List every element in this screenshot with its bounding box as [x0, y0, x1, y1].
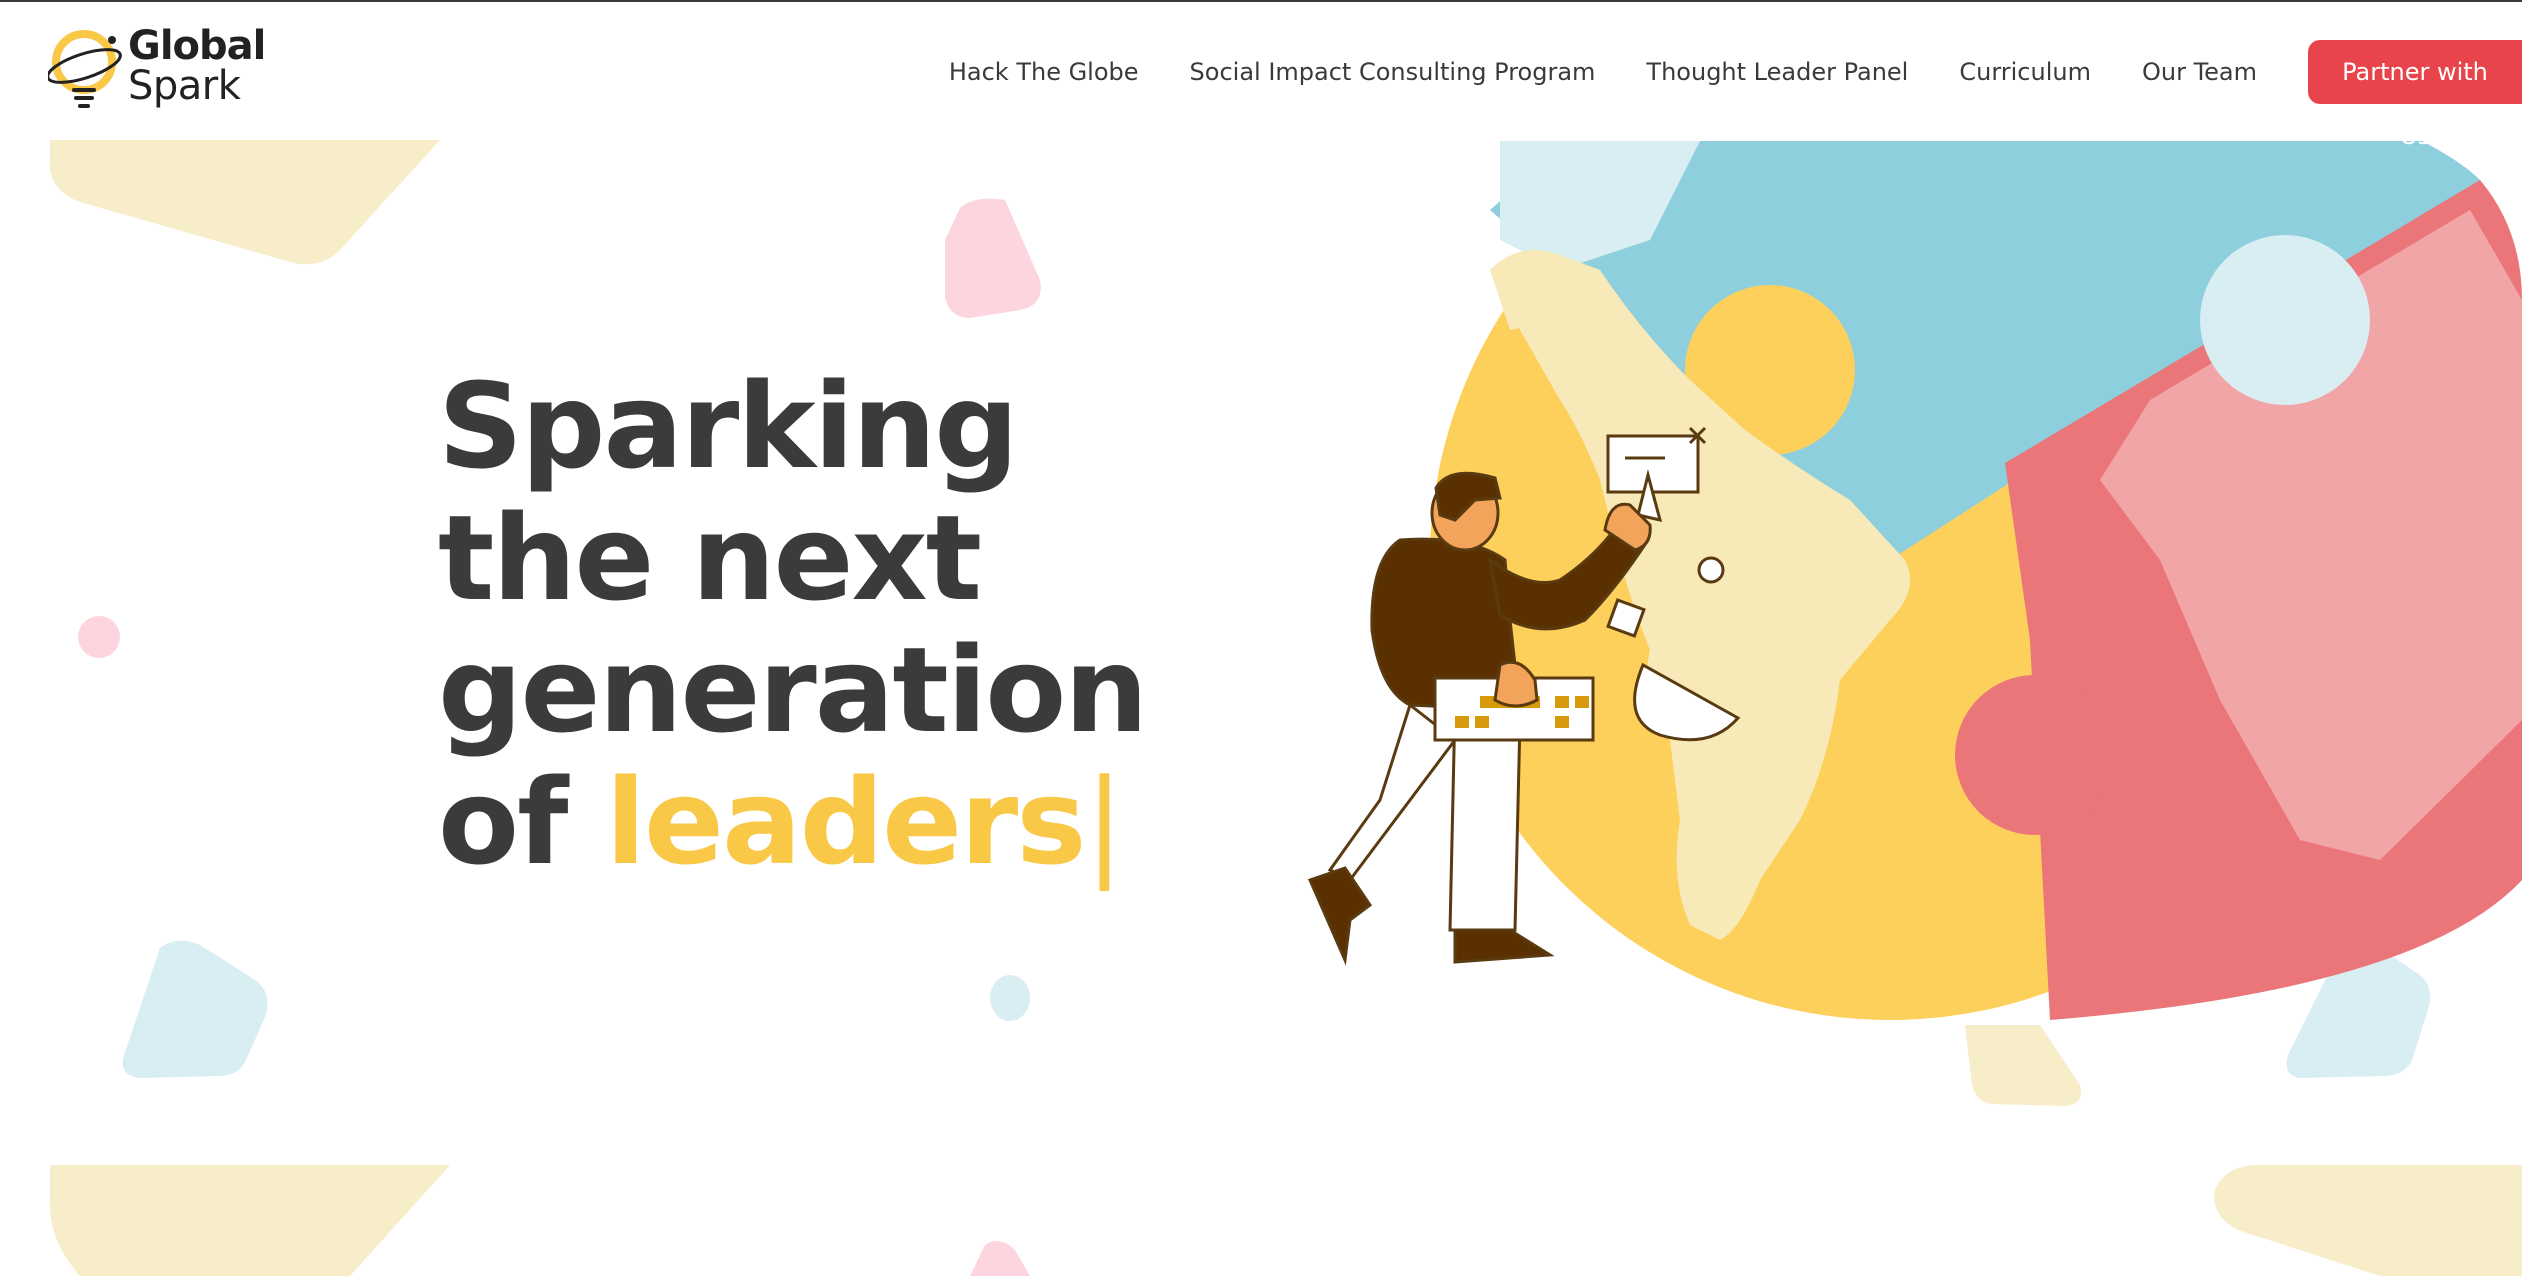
- logo[interactable]: Global Spark: [48, 24, 278, 120]
- hero-highlight-word: leaders: [605, 753, 1087, 891]
- hero-line-2: the next: [438, 489, 982, 627]
- logo-wordmark: Global Spark: [128, 23, 266, 109]
- site-header: Global Spark Hack The Globe Social Impac…: [0, 2, 2522, 150]
- floating-circle-icon: [1697, 556, 1725, 584]
- floating-card-icon: [1606, 434, 1700, 494]
- typing-cursor: |: [1084, 753, 1125, 891]
- logo-line-1: Global: [128, 23, 266, 69]
- hero-line-4-prefix: of: [438, 753, 568, 891]
- nav-thought-leader-panel[interactable]: Thought Leader Panel: [1646, 58, 1908, 86]
- hero-line-4: of leaders|: [438, 756, 1146, 888]
- hero-headline: Sparking the next generation of leaders|: [438, 357, 1148, 888]
- nav-social-impact-consulting-program[interactable]: Social Impact Consulting Program: [1190, 58, 1596, 86]
- partner-with-us-button[interactable]: Partner with Us: [2308, 40, 2522, 150]
- nav-curriculum[interactable]: Curriculum: [1959, 58, 2091, 86]
- globe-light-blue-blob: [2200, 235, 2370, 405]
- main-nav: Hack The Globe Social Impact Consulting …: [949, 40, 2522, 150]
- hero-line-3: generation: [438, 621, 1148, 759]
- nav-hack-the-globe[interactable]: Hack The Globe: [949, 58, 1139, 86]
- lightbulb-orbit-logo-icon: [48, 30, 122, 108]
- logo-line-2: Spark: [128, 63, 241, 109]
- nav-our-team[interactable]: Our Team: [2142, 58, 2257, 86]
- hero-line-1: Sparking: [438, 357, 1019, 495]
- globe-illustration: [1307, 141, 2522, 1020]
